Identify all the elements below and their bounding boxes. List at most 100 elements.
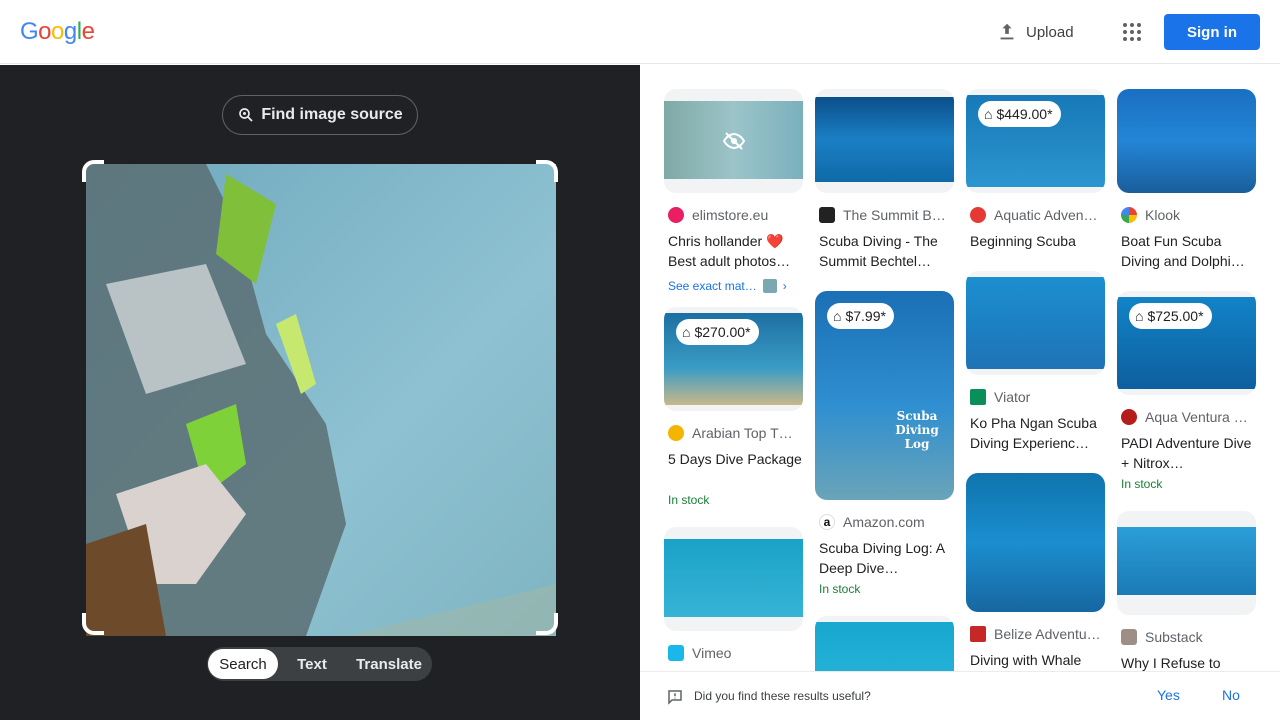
price-value: $270.00*: [694, 324, 751, 340]
visual-matches-grid: elimstore.eu Chris hollander ❤️ Best adu…: [640, 65, 1280, 671]
query-image-pane: Find image source Search Text Translate: [0, 65, 640, 720]
chevron-right-icon: ›: [782, 279, 787, 293]
result-title[interactable]: Chris hollander ❤️ Best adult photos…: [664, 231, 803, 271]
feedback-yes-button[interactable]: Yes: [1157, 687, 1180, 703]
exact-match-mini-thumbnail: [762, 279, 777, 293]
hidden-image-icon: [722, 132, 746, 150]
mode-translate-tab[interactable]: Translate: [346, 649, 432, 679]
result-thumbnail[interactable]: ⌂ $449.00*: [966, 89, 1105, 193]
result-card[interactable]: The Summit B… Scuba Diving - The Summit …: [815, 89, 954, 271]
result-card[interactable]: Klook Boat Fun Scuba Diving and Dolphi…: [1117, 89, 1256, 271]
find-image-source-button[interactable]: Find image source: [222, 95, 418, 135]
result-thumbnail[interactable]: [664, 527, 803, 631]
diver-photo: [86, 164, 556, 636]
feedback-icon: [668, 690, 682, 705]
result-card[interactable]: elimstore.eu Chris hollander ❤️ Best adu…: [664, 89, 803, 293]
source-name: The Summit B…: [843, 207, 946, 223]
result-card[interactable]: Viator Ko Pha Ngan Scuba Diving Experien…: [966, 271, 1105, 453]
query-image[interactable]: [86, 164, 556, 636]
result-thumbnail[interactable]: ⌂ $270.00*: [664, 307, 803, 411]
results-column: Klook Boat Fun Scuba Diving and Dolphi… …: [1117, 89, 1256, 671]
source-favicon-icon: [1121, 629, 1137, 645]
results-column: ⌂ $449.00* Aquatic Adven… Beginning Scuba…: [966, 89, 1105, 671]
see-exact-matches-link[interactable]: See exact mat… ›: [664, 279, 803, 293]
price-badge: ⌂ $449.00*: [978, 101, 1061, 127]
price-tag-icon: ⌂: [682, 324, 691, 340]
results-column: elimstore.eu Chris hollander ❤️ Best adu…: [664, 89, 803, 671]
logo-letter: e: [81, 18, 95, 45]
stock-status: In stock: [1121, 477, 1163, 491]
source-name: Vimeo: [692, 645, 732, 661]
result-title[interactable]: 5 Days Dive Package: [664, 449, 803, 489]
stock-status: In stock: [668, 493, 710, 507]
price-value: $725.00*: [1147, 308, 1204, 324]
result-thumbnail[interactable]: [1117, 511, 1256, 615]
source-name: Aquatic Adven…: [994, 207, 1098, 223]
apps-grid-button[interactable]: [1116, 16, 1148, 48]
mode-text-tab[interactable]: Text: [278, 649, 346, 679]
price-badge: ⌂ $7.99*: [827, 303, 894, 329]
apps-grid-icon: [1123, 23, 1141, 41]
upload-icon: [1000, 23, 1014, 40]
result-card[interactable]: Belize Adventu… Diving with Whale: [966, 473, 1105, 670]
source-favicon-icon: [668, 425, 684, 441]
logo-letter: o: [38, 18, 52, 45]
source-name: Amazon.com: [843, 514, 925, 530]
upload-button[interactable]: Upload: [988, 16, 1082, 48]
result-thumbnail[interactable]: ⌂ $725.00*: [1117, 291, 1256, 395]
result-card[interactable]: Vimeo: [664, 527, 803, 663]
source-favicon-icon: [668, 207, 684, 223]
result-thumbnail[interactable]: [815, 89, 954, 193]
result-thumbnail[interactable]: [966, 473, 1105, 612]
source-favicon-icon: [668, 645, 684, 661]
result-card[interactable]: Scuba Diving Log ⌂ $7.99* a Amazon.com Scu…: [815, 291, 954, 596]
upload-label: Upload: [1026, 23, 1074, 41]
result-title[interactable]: PADI Adventure Dive + Nitrox…: [1117, 433, 1256, 473]
source-favicon-icon: [970, 389, 986, 405]
results-column: The Summit B… Scuba Diving - The Summit …: [815, 89, 954, 671]
google-logo[interactable]: Google: [20, 18, 95, 46]
result-card[interactable]: ⌂ $449.00* Aquatic Adven… Beginning Scuba: [966, 89, 1105, 251]
feedback-no-button[interactable]: No: [1222, 687, 1240, 703]
price-tag-icon: ⌂: [833, 308, 842, 324]
source-name: Aqua Ventura …: [1145, 409, 1248, 425]
source-favicon-icon: [970, 207, 986, 223]
result-thumbnail[interactable]: [966, 271, 1105, 375]
result-thumbnail[interactable]: Scuba Diving Log ⌂ $7.99*: [815, 291, 954, 500]
source-favicon-icon: [819, 207, 835, 223]
result-card[interactable]: ⌂ $725.00* Aqua Ventura … PADI Adventure …: [1117, 291, 1256, 491]
result-thumbnail[interactable]: [815, 616, 954, 671]
source-name: Belize Adventu…: [994, 626, 1101, 642]
result-title[interactable]: Beginning Scuba: [966, 231, 1105, 251]
price-tag-icon: ⌂: [1135, 308, 1144, 324]
exact-matches-label: See exact mat…: [668, 279, 757, 293]
book-cover-title: Scuba Diving Log: [895, 409, 939, 451]
result-title[interactable]: Scuba Diving - The Summit Bechtel…: [815, 231, 954, 271]
result-title[interactable]: Scuba Diving Log: A Deep Dive…: [815, 538, 954, 578]
mode-search-tab[interactable]: Search: [208, 649, 278, 679]
feedback-bar: Did you find these results useful? Yes N…: [640, 671, 1280, 720]
result-thumbnail[interactable]: [1117, 89, 1256, 193]
price-value: $449.00*: [996, 106, 1053, 122]
result-title[interactable]: Ko Pha Ngan Scuba Diving Experienc…: [966, 413, 1105, 453]
result-card[interactable]: Substack Why I Refuse to: [1117, 511, 1256, 671]
stock-status: In stock: [819, 582, 861, 596]
source-favicon-icon: [970, 626, 986, 642]
price-badge: ⌂ $725.00*: [1129, 303, 1212, 329]
result-thumbnail[interactable]: [664, 89, 803, 193]
search-mode-selector: Search Text Translate: [207, 647, 432, 681]
source-name: Klook: [1145, 207, 1181, 223]
result-title[interactable]: Diving with Whale: [966, 650, 1105, 670]
find-source-label: Find image source: [261, 106, 403, 123]
result-title[interactable]: Why I Refuse to: [1117, 653, 1256, 671]
price-value: $7.99*: [845, 308, 886, 324]
crop-handle-bottom-left[interactable]: [82, 613, 104, 635]
result-title[interactable]: Boat Fun Scuba Diving and Dolphi…: [1117, 231, 1256, 271]
crop-handle-top-left[interactable]: [82, 160, 104, 182]
logo-letter: g: [63, 18, 77, 45]
crop-handle-top-right[interactable]: [536, 160, 558, 182]
sign-in-button[interactable]: Sign in: [1164, 14, 1260, 50]
result-card[interactable]: ⌂ $270.00* Arabian Top T… 5 Days Dive Pac…: [664, 307, 803, 507]
logo-letter: o: [51, 18, 64, 45]
result-card[interactable]: [815, 616, 954, 671]
